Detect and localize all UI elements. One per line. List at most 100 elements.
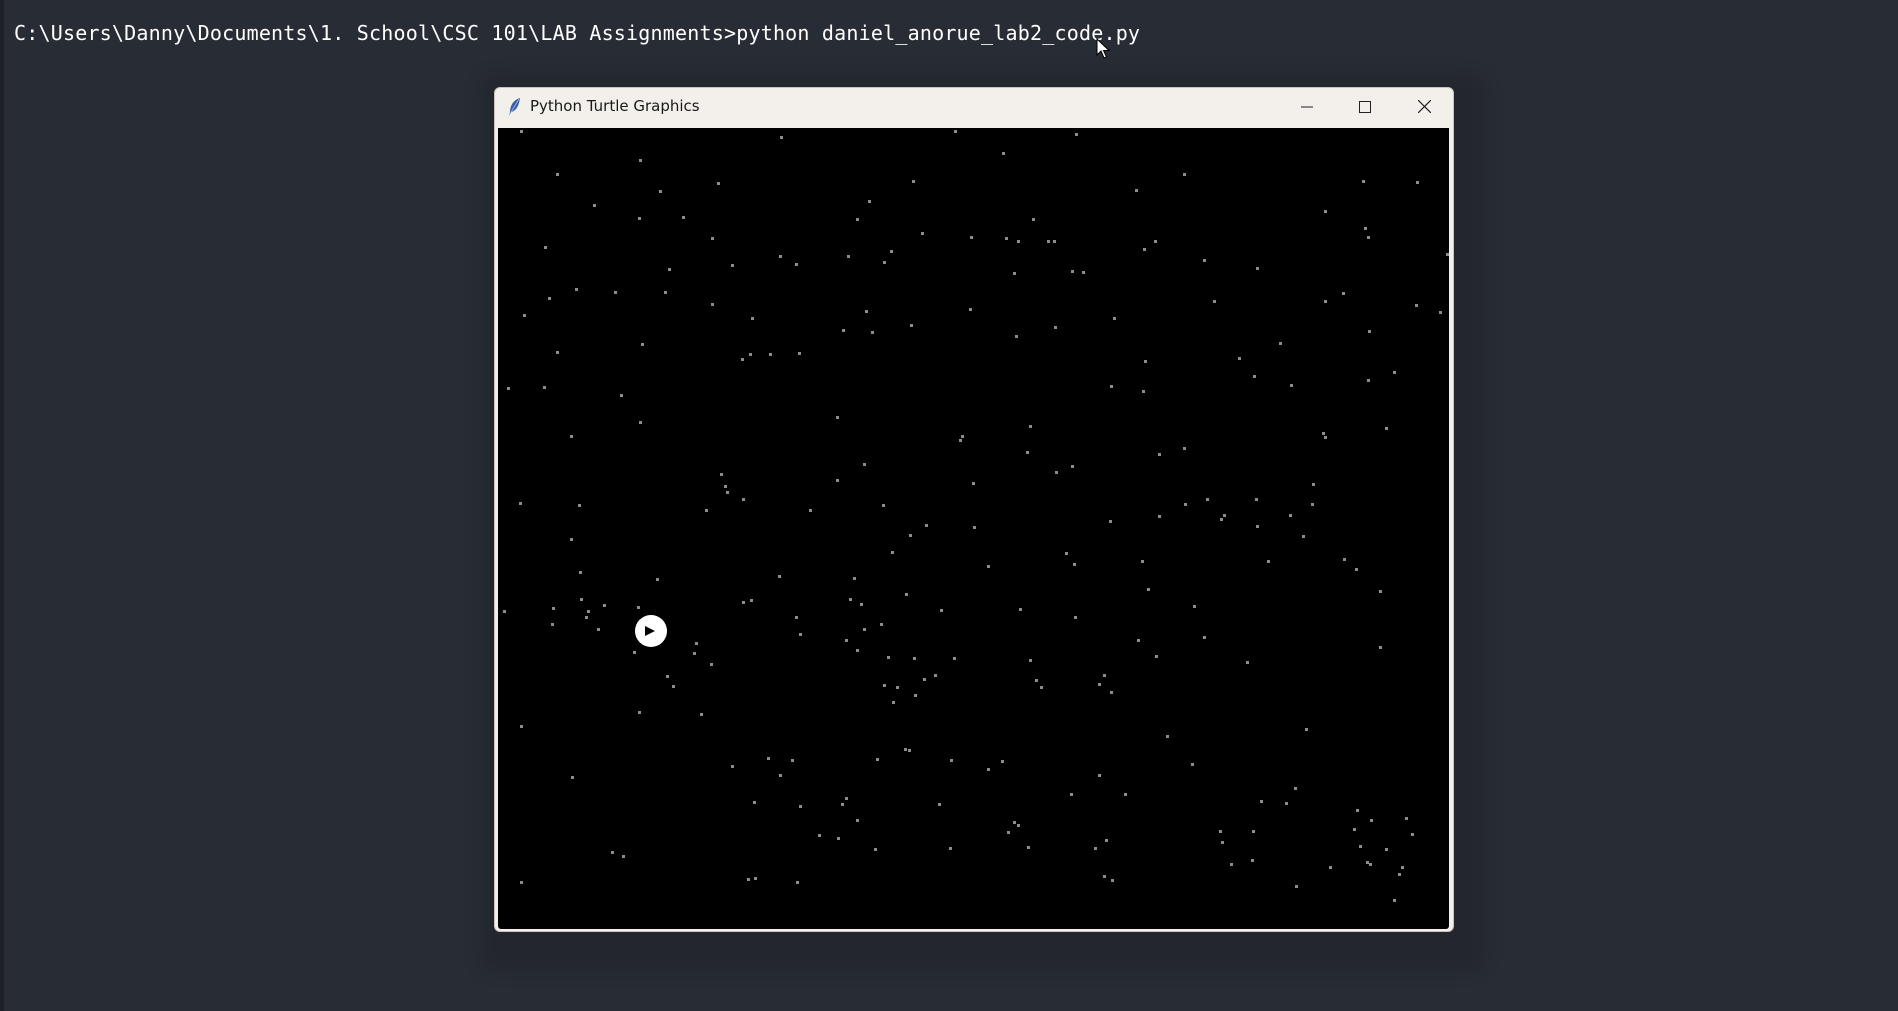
star-dot xyxy=(1238,357,1241,360)
star-dot xyxy=(1213,300,1216,303)
star-dot xyxy=(724,485,727,488)
star-dot xyxy=(1393,371,1396,374)
star-dot xyxy=(1193,605,1196,608)
star-dot xyxy=(799,805,802,808)
star-dot xyxy=(1070,793,1073,796)
star-dot xyxy=(796,881,799,884)
star-dot xyxy=(880,623,883,626)
star-dot xyxy=(1385,848,1388,851)
star-dot xyxy=(570,538,573,541)
star-dot xyxy=(1141,560,1144,563)
star-dot xyxy=(865,310,868,313)
star-dot xyxy=(741,358,744,361)
star-dot xyxy=(845,639,848,642)
star-dot xyxy=(622,855,625,858)
star-dot xyxy=(664,291,667,294)
star-dot xyxy=(614,291,617,294)
star-dot xyxy=(1439,311,1442,314)
star-dot xyxy=(860,603,863,606)
star-dot xyxy=(1329,866,1332,869)
turtle-graphics-window[interactable]: Python Turtle Graphics xyxy=(494,87,1454,932)
star-dot xyxy=(1324,436,1327,439)
star-dot xyxy=(1411,833,1414,836)
star-dot xyxy=(1071,270,1074,273)
star-dot xyxy=(1027,846,1030,849)
star-dot xyxy=(552,607,555,610)
star-dot xyxy=(693,652,696,655)
star-dot xyxy=(639,421,642,424)
star-dot xyxy=(853,577,856,580)
star-dot xyxy=(904,748,907,751)
mouse-pointer-icon xyxy=(1096,38,1110,59)
star-dot xyxy=(856,819,859,822)
star-dot xyxy=(543,386,546,389)
star-dot xyxy=(523,314,526,317)
maximize-icon xyxy=(1359,100,1371,113)
star-dot xyxy=(720,473,723,476)
star-dot xyxy=(795,616,798,619)
star-dot xyxy=(1359,845,1362,848)
star-dot xyxy=(1032,218,1035,221)
star-dot xyxy=(726,491,729,494)
star-dot xyxy=(925,524,928,527)
star-dot xyxy=(1416,181,1419,184)
star-dot xyxy=(1355,568,1358,571)
star-dot xyxy=(507,387,510,390)
star-dot xyxy=(1302,535,1305,538)
star-dot xyxy=(1279,342,1282,345)
star-dot xyxy=(611,851,614,854)
star-dot xyxy=(1035,679,1038,682)
star-dot xyxy=(856,218,859,221)
star-dot xyxy=(1364,227,1367,230)
star-dot xyxy=(845,797,848,800)
star-dot xyxy=(863,628,866,631)
star-dot xyxy=(503,610,506,613)
star-dot xyxy=(1144,360,1147,363)
star-dot xyxy=(638,711,641,714)
star-dot xyxy=(849,598,852,601)
star-dot xyxy=(1446,253,1449,256)
star-dot xyxy=(711,303,714,306)
star-dot xyxy=(1137,639,1140,642)
window-titlebar[interactable]: Python Turtle Graphics xyxy=(495,88,1453,125)
star-dot xyxy=(1103,875,1106,878)
close-button[interactable] xyxy=(1395,88,1453,125)
star-dot xyxy=(520,130,523,133)
star-dot xyxy=(914,694,917,697)
star-dot xyxy=(1362,180,1365,183)
star-dot xyxy=(603,604,606,607)
star-dot xyxy=(1142,390,1145,393)
star-dot xyxy=(1252,830,1255,833)
star-dot xyxy=(579,571,582,574)
star-dot xyxy=(818,834,821,837)
star-dot xyxy=(972,482,975,485)
star-dot xyxy=(934,674,937,677)
star-dot xyxy=(751,317,754,320)
star-dot xyxy=(633,651,636,654)
star-dot xyxy=(638,217,641,220)
star-dot xyxy=(809,509,812,512)
star-dot xyxy=(890,250,893,253)
star-dot xyxy=(1385,427,1388,430)
star-dot xyxy=(912,180,915,183)
star-dot xyxy=(871,331,874,334)
star-dot xyxy=(682,216,685,219)
star-dot xyxy=(1203,636,1206,639)
star-dot xyxy=(641,343,644,346)
turtle-canvas[interactable] xyxy=(498,128,1449,929)
star-dot xyxy=(842,329,845,332)
star-dot xyxy=(987,768,990,771)
star-dot xyxy=(1294,787,1297,790)
star-dot xyxy=(940,609,943,612)
star-dot xyxy=(1369,863,1372,866)
star-dot xyxy=(1109,520,1112,523)
star-dot xyxy=(767,757,770,760)
star-dot xyxy=(742,498,745,501)
star-dot xyxy=(585,616,588,619)
star-dot xyxy=(1220,518,1223,521)
maximize-button[interactable] xyxy=(1336,88,1394,125)
star-dot xyxy=(909,534,912,537)
minimize-button[interactable] xyxy=(1278,88,1336,125)
star-dot xyxy=(837,837,840,840)
star-dot xyxy=(1256,525,1259,528)
